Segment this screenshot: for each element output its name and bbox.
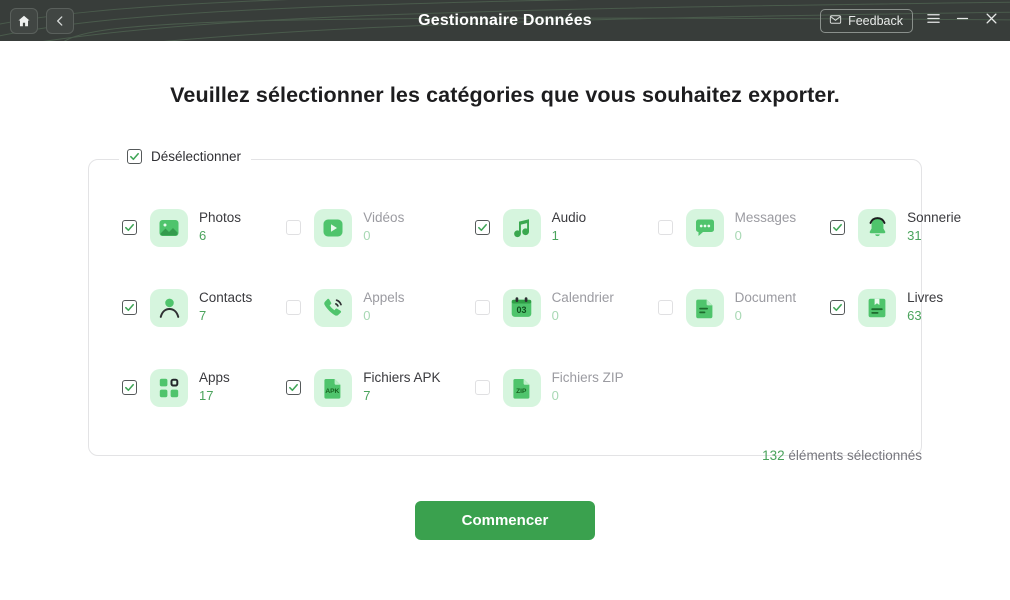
selected-count-label: éléments sélectionnés bbox=[784, 448, 922, 463]
start-button[interactable]: Commencer bbox=[415, 501, 595, 540]
deselect-all-label: Désélectionner bbox=[151, 149, 242, 164]
category-count: 63 bbox=[907, 308, 922, 324]
category-count: 1 bbox=[551, 228, 559, 244]
category-item[interactable]: Sonnerie 31 bbox=[796, 196, 961, 259]
video-icon bbox=[314, 208, 353, 247]
minimize-button[interactable] bbox=[953, 11, 971, 31]
category-label: Vidéos bbox=[363, 210, 405, 226]
category-item[interactable]: Livres 63 bbox=[796, 276, 961, 339]
category-count: 0 bbox=[734, 308, 742, 324]
category-count: 0 bbox=[734, 228, 742, 244]
chevron-left-icon bbox=[53, 14, 67, 28]
category-label: Calendrier bbox=[551, 290, 614, 306]
category-checkbox[interactable] bbox=[122, 380, 137, 395]
category-checkbox[interactable] bbox=[122, 220, 137, 235]
home-icon bbox=[17, 14, 31, 28]
category-label: Document bbox=[734, 290, 797, 306]
svg-text:ZIP: ZIP bbox=[516, 388, 527, 395]
bell-icon bbox=[858, 208, 897, 247]
category-checkbox[interactable] bbox=[474, 220, 490, 235]
deselect-all-row[interactable]: Désélectionner bbox=[119, 149, 252, 164]
feedback-button[interactable]: Feedback bbox=[820, 8, 913, 33]
category-checkbox[interactable] bbox=[286, 300, 302, 315]
minimize-icon bbox=[955, 11, 970, 31]
category-item[interactable]: Vidéos 0 bbox=[252, 196, 440, 259]
close-icon bbox=[984, 11, 999, 31]
category-checkbox[interactable] bbox=[657, 220, 673, 235]
zip-file-icon: ZIP bbox=[502, 368, 541, 407]
category-item[interactable]: Messages 0 bbox=[624, 196, 797, 259]
category-count: 6 bbox=[199, 228, 207, 244]
category-count: 0 bbox=[551, 308, 559, 324]
category-item[interactable]: Photos 6 bbox=[88, 196, 252, 259]
audio-icon bbox=[502, 208, 541, 247]
page-title: Veuillez sélectionner les catégories que… bbox=[170, 83, 840, 107]
contact-icon bbox=[150, 288, 188, 327]
category-count: 31 bbox=[907, 228, 922, 244]
category-checkbox[interactable] bbox=[830, 300, 846, 315]
category-item[interactable]: 03 Calendrier 0 bbox=[441, 276, 624, 339]
category-count: 0 bbox=[363, 308, 371, 324]
feedback-label: Feedback bbox=[848, 13, 903, 28]
deselect-all-checkbox[interactable] bbox=[127, 149, 142, 164]
category-label: Photos bbox=[199, 210, 242, 226]
category-checkbox[interactable] bbox=[474, 300, 490, 315]
apk-file-icon: APK bbox=[314, 368, 353, 407]
category-label: Messages bbox=[734, 210, 797, 226]
menu-button[interactable] bbox=[924, 11, 942, 31]
phone-icon bbox=[314, 288, 353, 327]
svg-text:APK: APK bbox=[326, 388, 340, 395]
category-label: Appels bbox=[363, 290, 405, 306]
document-icon bbox=[685, 288, 724, 327]
category-item[interactable]: Contacts 7 bbox=[88, 276, 252, 339]
book-icon bbox=[858, 288, 897, 327]
category-count: 17 bbox=[199, 388, 214, 404]
category-checkbox[interactable] bbox=[122, 300, 137, 315]
hamburger-menu-icon bbox=[926, 11, 941, 31]
category-label: Apps bbox=[199, 370, 230, 386]
selected-count: 132 éléments sélectionnés bbox=[762, 448, 922, 463]
back-button[interactable] bbox=[46, 7, 74, 34]
category-count: 0 bbox=[551, 388, 559, 404]
envelope-icon bbox=[829, 13, 842, 29]
home-button[interactable] bbox=[10, 7, 38, 34]
calendar-icon: 03 bbox=[502, 288, 541, 327]
category-count: 7 bbox=[363, 388, 371, 404]
category-item[interactable]: Apps 17 bbox=[88, 356, 252, 419]
category-item[interactable]: Appels 0 bbox=[252, 276, 440, 339]
apps-icon bbox=[150, 368, 188, 407]
category-item[interactable]: ZIP Fichiers ZIP 0 bbox=[441, 356, 624, 419]
category-checkbox[interactable] bbox=[286, 380, 302, 395]
category-checkbox[interactable] bbox=[830, 220, 846, 235]
category-label: Livres bbox=[907, 290, 944, 306]
close-button[interactable] bbox=[982, 11, 1000, 31]
category-item[interactable]: Document 0 bbox=[624, 276, 797, 339]
category-count: 7 bbox=[199, 308, 207, 324]
photo-icon bbox=[150, 208, 188, 247]
category-count: 0 bbox=[363, 228, 371, 244]
category-label: Audio bbox=[551, 210, 587, 226]
category-label: Fichiers APK bbox=[363, 370, 441, 386]
category-label: Contacts bbox=[199, 290, 253, 306]
selected-count-number: 132 bbox=[762, 448, 785, 463]
category-checkbox[interactable] bbox=[474, 380, 490, 395]
title-bar: Gestionnaire Données Feedback bbox=[0, 0, 1010, 41]
category-item[interactable]: Audio 1 bbox=[441, 196, 624, 259]
message-icon bbox=[685, 208, 724, 247]
category-item[interactable]: APK Fichiers APK 7 bbox=[252, 356, 441, 419]
category-grid: Photos 6 Vidéos 0 Audio 1 Messages 0 Sonnerie 31 C… bbox=[88, 196, 961, 419]
svg-text:03: 03 bbox=[517, 305, 527, 315]
category-label: Fichiers ZIP bbox=[551, 370, 624, 386]
category-checkbox[interactable] bbox=[286, 220, 302, 235]
category-checkbox[interactable] bbox=[657, 300, 673, 315]
category-label: Sonnerie bbox=[907, 210, 962, 226]
